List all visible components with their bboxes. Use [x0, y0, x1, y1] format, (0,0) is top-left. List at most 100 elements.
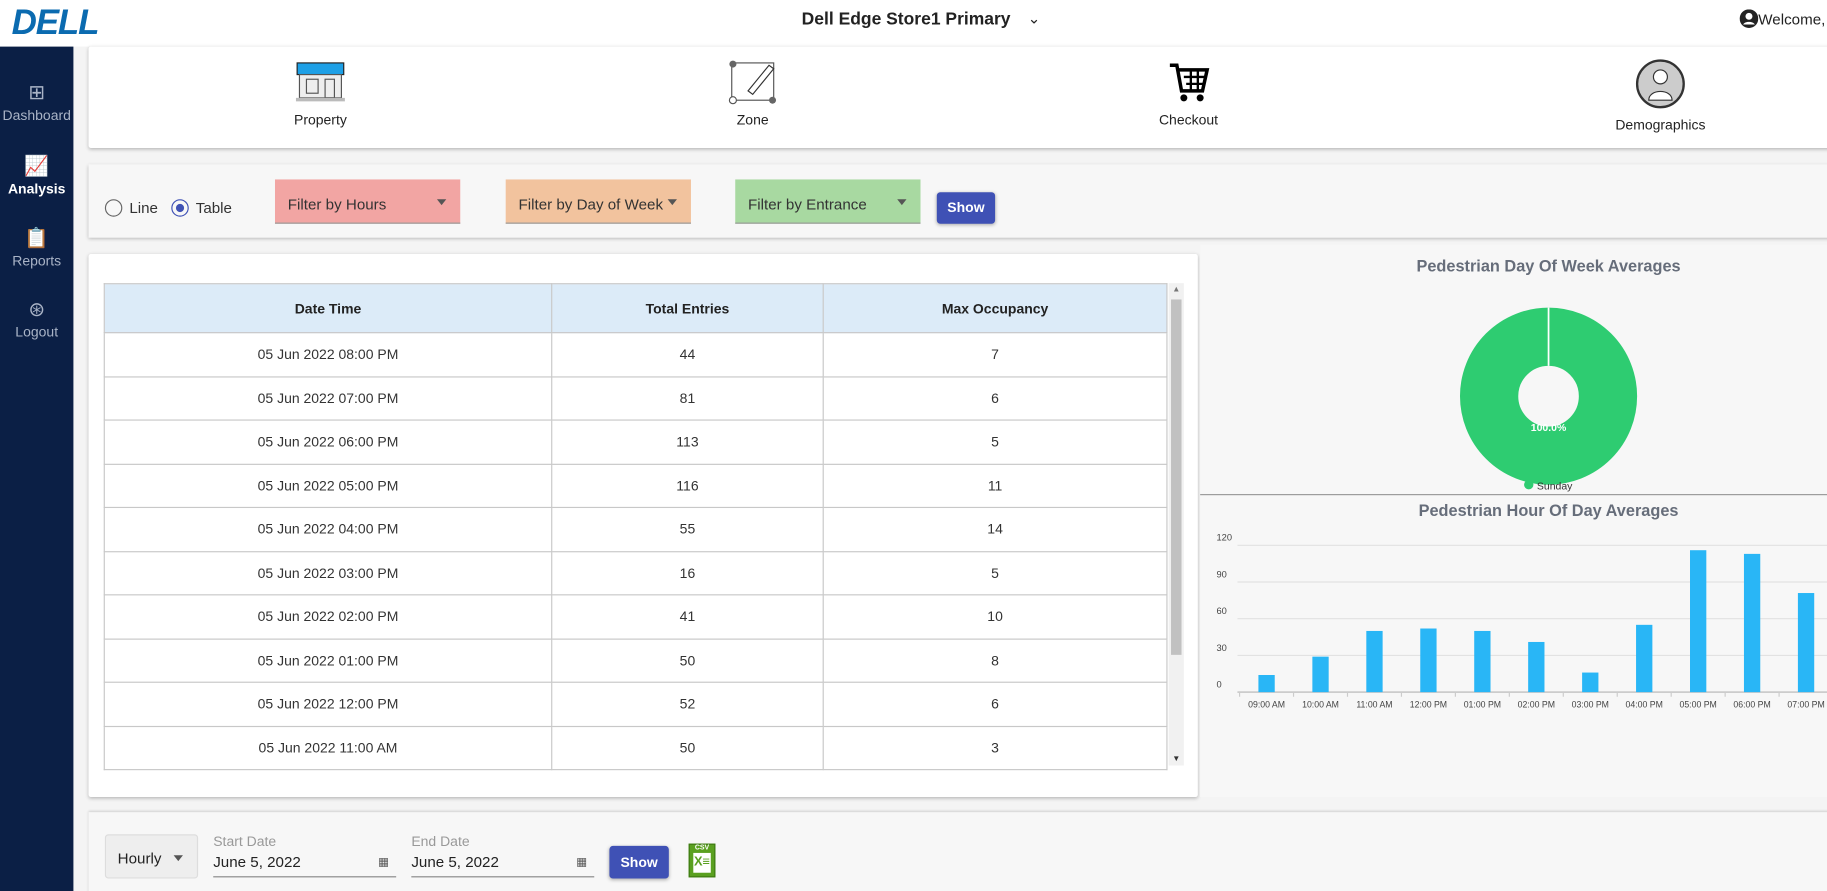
table-cell: 8 [822, 637, 1168, 683]
column-header-total-entries[interactable]: Total Entries [551, 283, 824, 334]
table-cell: 50 [551, 725, 824, 771]
nav-label: Checkout [1158, 111, 1219, 129]
table-cell: 14 [822, 506, 1168, 552]
csv-label: CSV [694, 844, 710, 852]
table-row[interactable]: 05 Jun 2022 06:00 PM 113 5 [103, 419, 1168, 465]
start-date-field[interactable]: Start Date June 5, 2022 ▦ [213, 833, 397, 878]
x-tick-label: 12:00 PM [1410, 699, 1447, 709]
nav-zone[interactable]: Zone [683, 58, 823, 128]
table-cell: 05 Jun 2022 11:00 AM [103, 725, 553, 771]
x-tick-label: 06:00 PM [1733, 699, 1770, 709]
caret-down-icon [897, 199, 907, 206]
dropdown-label: Filter by Day of Week [518, 195, 664, 214]
csv-download-icon[interactable]: CSV X≡ [688, 843, 716, 878]
nav-label: Zone [736, 111, 769, 129]
module-nav: Property Zone Checkout Demographics [88, 46, 1827, 148]
table-row[interactable]: 05 Jun 2022 12:00 PM 52 6 [103, 681, 1168, 727]
caret-down-icon [173, 855, 183, 862]
sidebar-item-analysis[interactable]: 📈 Analysis [0, 155, 73, 197]
table-cell: 5 [822, 550, 1168, 596]
table-row[interactable]: 05 Jun 2022 01:00 PM 50 8 [103, 637, 1168, 683]
table-cell: 81 [551, 375, 824, 421]
nav-checkout[interactable]: Checkout [1119, 58, 1259, 128]
calendar-icon[interactable]: ▦ [378, 856, 389, 869]
sidebar-item-dashboard[interactable]: ⊞ Dashboard [0, 82, 73, 124]
sidebar-item-logout[interactable]: ⊛ Logout [0, 298, 73, 340]
scrollbar-thumb[interactable] [1171, 299, 1182, 655]
column-header-date-time[interactable]: Date Time [103, 283, 553, 334]
filter-entrance-dropdown[interactable]: Filter by Entrance [735, 179, 921, 224]
caret-down-icon [667, 199, 677, 206]
filter-day-dropdown[interactable]: Filter by Day of Week [505, 179, 691, 224]
scroll-down-arrow[interactable]: ▼ [1172, 755, 1180, 763]
y-tick-label: 120 [1216, 533, 1232, 543]
radio-table[interactable]: Table [171, 199, 232, 217]
person-profile-icon [1635, 59, 1685, 109]
bar-09-00-am[interactable] [1258, 675, 1275, 693]
bar-01-00-pm[interactable] [1474, 630, 1491, 693]
x-tick-label: 02:00 PM [1518, 699, 1555, 709]
table-cell: 05 Jun 2022 05:00 PM [103, 463, 553, 509]
scroll-up-arrow[interactable]: ▲ [1172, 285, 1180, 293]
store-selector[interactable]: Dell Edge Store1 Primary [802, 9, 1011, 29]
y-tick-label: 0 [1216, 679, 1221, 689]
bar-06-00-pm[interactable] [1743, 553, 1761, 693]
chevron-down-icon[interactable]: ⌄ [1028, 9, 1041, 28]
shopping-cart-icon [1169, 63, 1210, 102]
table-row[interactable]: 05 Jun 2022 07:00 PM 81 6 [103, 375, 1168, 421]
dropdown-label: Filter by Entrance [748, 195, 867, 214]
bar-10-00-am[interactable] [1312, 656, 1329, 693]
show-button[interactable]: Show [936, 192, 996, 224]
bar-12-00-pm[interactable] [1420, 628, 1437, 693]
legend-label-sunday[interactable]: Sunday [1537, 481, 1573, 492]
dashboard-grid-icon: ⊞ [28, 81, 46, 104]
table-cell: 41 [551, 594, 824, 640]
filter-bar: Line Table Filter by Hours Filter by Day… [88, 164, 1827, 238]
user-circle-icon [1739, 9, 1759, 28]
bar-02-00-pm[interactable] [1528, 641, 1545, 693]
sidebar-item-label: Analysis [7, 180, 66, 197]
table-cell: 05 Jun 2022 07:00 PM [103, 375, 553, 421]
table-row[interactable]: 05 Jun 2022 08:00 PM 44 7 [103, 332, 1168, 377]
nav-property[interactable]: Property [251, 58, 391, 128]
bar-04-00-pm[interactable] [1636, 624, 1653, 693]
bar-03-00-pm[interactable] [1582, 672, 1599, 693]
table-row[interactable]: 05 Jun 2022 11:00 AM 50 3 [103, 725, 1168, 771]
data-table: Date Time Total Entries Max Occupancy 05… [103, 283, 1168, 771]
table-row[interactable]: 05 Jun 2022 05:00 PM 116 11 [103, 463, 1168, 509]
filter-hours-dropdown[interactable]: Filter by Hours [274, 179, 461, 224]
interval-select[interactable]: Hourly [104, 834, 199, 879]
bar-11-00-am[interactable] [1366, 630, 1383, 693]
nav-demographics[interactable]: Demographics [1590, 58, 1730, 133]
calendar-icon[interactable]: ▦ [576, 856, 587, 869]
bar-07-00-pm[interactable] [1797, 593, 1815, 693]
divider [1200, 494, 1827, 496]
start-date-value[interactable]: June 5, 2022 [213, 853, 396, 870]
column-header-max-occupancy[interactable]: Max Occupancy [822, 283, 1168, 334]
table-cell: 3 [822, 725, 1168, 771]
table-scrollbar[interactable]: ▲ ▼ [1168, 283, 1184, 766]
x-tick-label: 11:00 AM [1356, 699, 1392, 709]
legend-swatch [1524, 480, 1534, 490]
table-cell: 05 Jun 2022 01:00 PM [103, 637, 553, 683]
user-menu[interactable]: Welcome, [1739, 9, 1825, 28]
show-export-button[interactable]: Show [609, 845, 669, 879]
table-cell: 50 [551, 637, 824, 683]
table-cell: 10 [822, 594, 1168, 640]
analysis-chart-icon: 📈 [24, 154, 50, 178]
sidebar-item-reports[interactable]: 📋 Reports [0, 227, 73, 269]
end-date-field[interactable]: End Date June 5, 2022 ▦ [411, 833, 595, 878]
radio-button[interactable] [104, 199, 123, 217]
bar-05-00-pm[interactable] [1690, 550, 1707, 693]
table-row[interactable]: 05 Jun 2022 03:00 PM 16 5 [103, 550, 1168, 596]
end-date-label: End Date [411, 833, 470, 850]
sidebar-item-label: Reports [12, 252, 62, 270]
end-date-value[interactable]: June 5, 2022 [411, 853, 594, 870]
table-row[interactable]: 05 Jun 2022 02:00 PM 41 10 [103, 594, 1168, 640]
radio-label: Table [195, 199, 232, 217]
table-cell: 6 [822, 375, 1168, 421]
radio-line[interactable]: Line [104, 199, 158, 217]
radio-button-selected[interactable] [171, 199, 189, 217]
table-row[interactable]: 05 Jun 2022 04:00 PM 55 14 [103, 506, 1168, 552]
table-cell: 05 Jun 2022 04:00 PM [103, 506, 553, 552]
